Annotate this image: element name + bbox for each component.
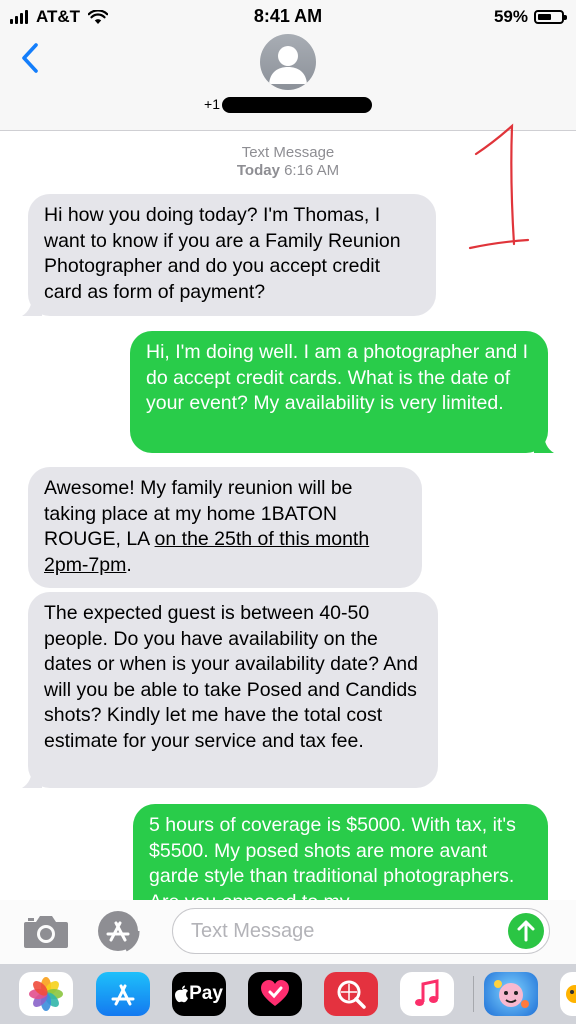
music-icon[interactable] xyxy=(400,972,454,1016)
timestamp-label: Text Message xyxy=(241,144,335,161)
annotation-mark-1 xyxy=(468,123,530,250)
bubble-tail xyxy=(534,433,554,453)
app-store-icon[interactable] xyxy=(96,910,146,952)
thread-timestamp: Text Message Today 6:16 AM xyxy=(0,144,576,180)
message-text-end: . xyxy=(126,553,132,576)
magnifier-globe-icon xyxy=(337,980,366,1009)
chevron-left-icon[interactable] xyxy=(16,40,46,76)
person-silhouette-icon xyxy=(269,46,307,84)
message-bubble-incoming[interactable]: The expected guest is between 40-50 peop… xyxy=(22,592,438,788)
digital-touch-icon[interactable] xyxy=(248,972,302,1016)
drawer-divider xyxy=(473,976,474,1012)
message-bubble-incoming[interactable]: Hi how you doing today? I'm Thomas, I wa… xyxy=(22,194,436,316)
bubble-tail xyxy=(22,296,42,316)
battery-percent: 59% xyxy=(493,7,528,26)
message-text: 5 hours of coverage is $5000. With tax, … xyxy=(149,814,516,913)
app-store-glyph xyxy=(111,984,135,1006)
contact-number[interactable]: +1 xyxy=(0,96,576,114)
camera-icon[interactable] xyxy=(22,912,70,950)
sticker-glyph xyxy=(566,985,576,1003)
app-store-icon[interactable] xyxy=(96,972,150,1016)
photos-flower xyxy=(29,977,63,1011)
battery-icon xyxy=(534,10,567,24)
message-input[interactable]: Text Message xyxy=(172,908,550,954)
apple-pay-icon[interactable]: Pay xyxy=(172,972,226,1016)
bubble-tail xyxy=(22,768,42,788)
heart-hand-icon xyxy=(261,980,289,1006)
timestamp-datetime: Today 6:16 AM xyxy=(0,162,576,180)
animoji-icon[interactable] xyxy=(484,972,538,1016)
message-bubble-incoming[interactable]: Awesome! My family reunion will be takin… xyxy=(28,467,422,588)
images-search-icon[interactable] xyxy=(324,972,378,1016)
message-text: The expected guest is between 40-50 peop… xyxy=(44,602,418,752)
contact-avatar[interactable] xyxy=(260,34,316,90)
apple-logo-icon xyxy=(175,985,189,1003)
message-text: Hi how you doing today? I'm Thomas, I wa… xyxy=(44,204,401,303)
battery-fill xyxy=(538,14,551,20)
timestamp-day: Today xyxy=(236,162,280,179)
clock: 8:41 AM xyxy=(253,6,323,26)
send-arrow-icon xyxy=(517,920,535,942)
photos-icon[interactable] xyxy=(19,972,73,1016)
redaction-mark xyxy=(221,97,372,114)
compose-bar: Text Message xyxy=(0,900,576,964)
conversation-header: +1 xyxy=(0,32,576,250)
send-button[interactable] xyxy=(508,913,544,949)
music-note-icon xyxy=(415,979,439,1006)
contact-prefix: +1 xyxy=(204,96,220,112)
message-text: Hi, I'm doing well. I am a photographer … xyxy=(146,341,529,414)
status-right: 59% xyxy=(493,7,567,27)
animoji-face-icon xyxy=(494,980,529,1008)
status-bar: AT&T 8:41 AM 59% xyxy=(0,0,576,32)
app-drawer: Pay xyxy=(0,964,576,1024)
timestamp-time: 6:16 AM xyxy=(284,162,340,179)
message-bubble-outgoing[interactable]: Hi, I'm doing well. I am a photographer … xyxy=(130,331,554,453)
message-input-placeholder: Text Message xyxy=(191,920,315,942)
apple-pay-label: Pay xyxy=(189,983,223,1004)
sticker-app-icon[interactable] xyxy=(560,972,576,1016)
